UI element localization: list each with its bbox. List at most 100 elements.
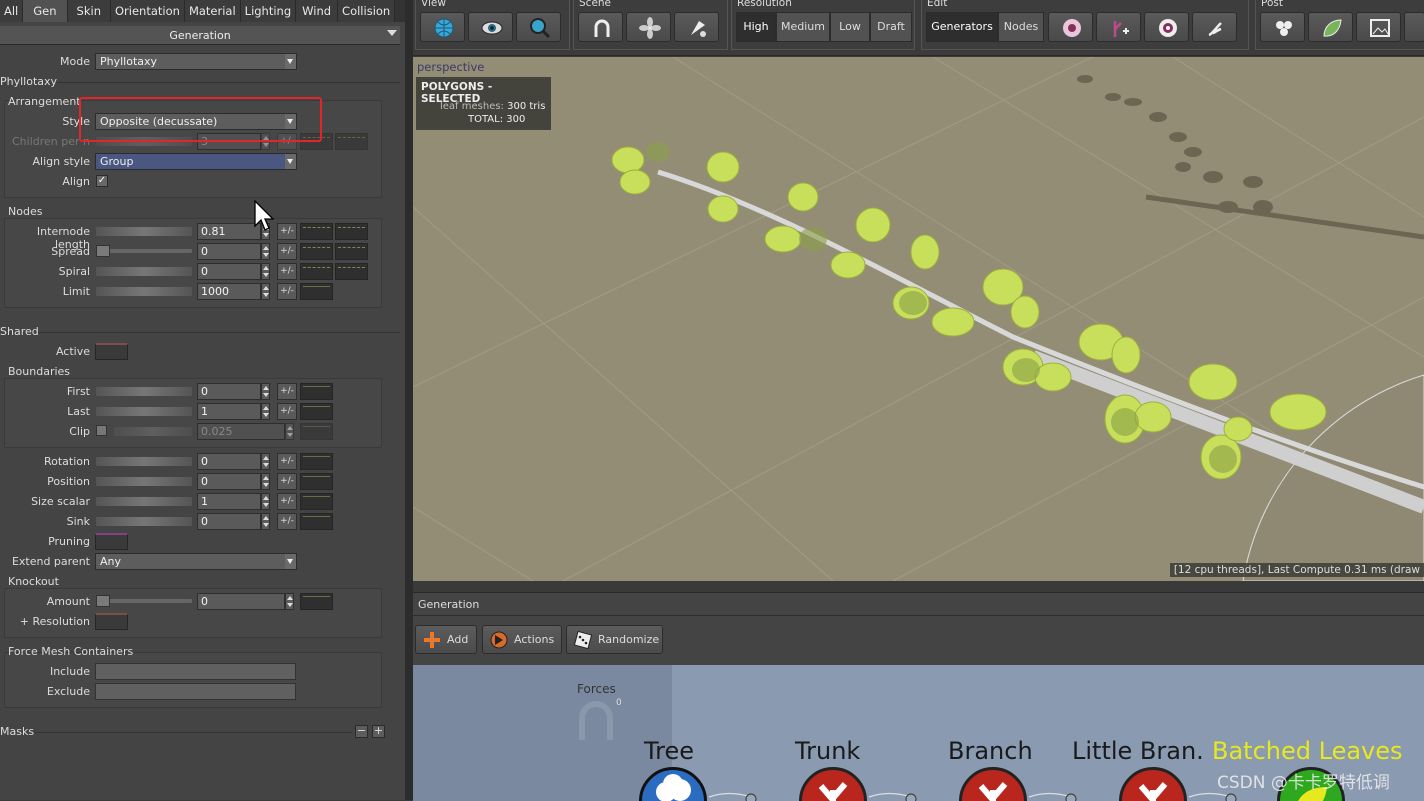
tab-material[interactable]: Material — [184, 0, 241, 22]
spread-slider[interactable] — [96, 249, 192, 253]
resolution-toggle[interactable] — [95, 613, 128, 630]
tab-orientation[interactable]: Orientation — [111, 0, 185, 22]
active-toggle[interactable] — [95, 343, 128, 360]
spread-curve-2[interactable] — [335, 243, 368, 260]
clip-spinner[interactable] — [285, 423, 294, 440]
rotation-curve[interactable] — [300, 453, 333, 470]
limit-field[interactable]: 1000 — [197, 283, 261, 300]
internode-length-field[interactable]: 0.81 — [197, 223, 261, 240]
tab-collision[interactable]: Collision — [338, 0, 396, 22]
edit-tool-1-button[interactable] — [1048, 12, 1093, 42]
edit-tool-4-button[interactable] — [1192, 12, 1237, 42]
spread-randomize-button[interactable]: +/- — [277, 243, 297, 260]
resolution-draft-button[interactable]: Draft — [870, 12, 912, 42]
trunk-node[interactable] — [799, 767, 867, 801]
last-curve[interactable] — [300, 403, 333, 420]
first-slider[interactable] — [96, 387, 192, 396]
post-tool-4-button[interactable] — [1404, 12, 1424, 42]
spiral-curve-2[interactable] — [335, 263, 368, 280]
first-field[interactable]: 0 — [197, 383, 261, 400]
spread-slider-knob[interactable] — [96, 245, 110, 257]
scene-fan-button[interactable] — [626, 12, 671, 42]
position-randomize-button[interactable]: +/- — [277, 473, 297, 490]
actions-button[interactable]: Actions — [482, 625, 562, 654]
post-tool-2-button[interactable] — [1308, 12, 1353, 42]
size-scalar-spinner[interactable] — [261, 493, 270, 510]
rotation-slider[interactable] — [96, 457, 192, 466]
last-field[interactable]: 1 — [197, 403, 261, 420]
internode-length-curve[interactable] — [300, 223, 333, 240]
last-spinner[interactable] — [261, 403, 270, 420]
edit-generators-tab[interactable]: Generators — [926, 12, 998, 42]
position-field[interactable]: 0 — [197, 473, 261, 490]
tab-gen[interactable]: Gen — [23, 0, 68, 22]
spiral-spinner[interactable] — [261, 263, 270, 280]
amount-curve[interactable] — [300, 593, 333, 610]
sink-curve[interactable] — [300, 513, 333, 530]
clip-checkbox[interactable] — [96, 425, 107, 436]
first-curve[interactable] — [300, 383, 333, 400]
last-slider[interactable] — [96, 407, 192, 416]
limit-spinner[interactable] — [261, 283, 270, 300]
spiral-slider[interactable] — [96, 267, 192, 276]
align-style-select[interactable]: Group — [95, 153, 297, 170]
amount-field[interactable]: 0 — [197, 593, 285, 610]
resolution-high-button[interactable]: High — [736, 12, 776, 42]
first-spinner[interactable] — [261, 383, 270, 400]
include-field[interactable] — [95, 663, 296, 680]
panel-splitter[interactable] — [413, 581, 1424, 592]
3d-viewport[interactable]: perspective POLYGONS - SELECTED leaf mes… — [413, 57, 1424, 581]
zoom-view-button[interactable] — [516, 12, 561, 42]
clip-slider[interactable] — [114, 427, 192, 436]
viewport-camera-label[interactable]: perspective — [417, 60, 484, 74]
tab-all[interactable]: All — [0, 0, 24, 22]
clip-curve[interactable] — [300, 423, 333, 440]
amount-spinner[interactable] — [285, 593, 294, 610]
scene-force-button[interactable] — [578, 12, 623, 42]
tab-skin[interactable]: Skin — [67, 0, 111, 22]
position-slider[interactable] — [96, 477, 192, 486]
size-scalar-slider[interactable] — [96, 497, 192, 506]
rotation-randomize-button[interactable]: +/- — [277, 453, 297, 470]
rotation-spinner[interactable] — [261, 453, 270, 470]
amount-slider[interactable] — [96, 599, 192, 603]
resolution-medium-button[interactable]: Medium — [776, 12, 830, 42]
globe-view-button[interactable] — [420, 12, 465, 42]
internode-length-curve-2[interactable] — [335, 223, 368, 240]
branch-node[interactable] — [959, 767, 1027, 801]
edit-tool-3-button[interactable] — [1144, 12, 1189, 42]
chevron-down-icon[interactable] — [387, 30, 397, 36]
spiral-randomize-button[interactable]: +/- — [277, 263, 297, 280]
position-curve[interactable] — [300, 473, 333, 490]
size-scalar-curve[interactable] — [300, 493, 333, 510]
sink-slider[interactable] — [96, 517, 192, 526]
children-curve-2[interactable] — [335, 133, 368, 150]
spiral-field[interactable]: 0 — [197, 263, 261, 280]
last-randomize-button[interactable]: +/- — [277, 403, 297, 420]
internode-length-slider[interactable] — [96, 227, 192, 236]
pruning-toggle[interactable] — [95, 533, 128, 550]
amount-slider-knob[interactable] — [96, 595, 110, 607]
limit-randomize-button[interactable]: +/- — [277, 283, 297, 300]
sink-field[interactable]: 0 — [197, 513, 261, 530]
scene-light-button[interactable] — [674, 12, 719, 42]
generation-section-header[interactable]: Generation — [0, 26, 400, 45]
first-randomize-button[interactable]: +/- — [277, 383, 297, 400]
spread-field[interactable]: 0 — [197, 243, 261, 260]
spread-curve[interactable] — [300, 243, 333, 260]
post-tool-3-button[interactable] — [1356, 12, 1401, 42]
expand-icon[interactable]: + — [372, 725, 385, 738]
randomize-button[interactable]: Randomize — [566, 625, 663, 654]
rotation-field[interactable]: 0 — [197, 453, 261, 470]
collapse-icon[interactable]: − — [355, 725, 368, 738]
eye-view-button[interactable] — [468, 12, 513, 42]
magnet-icon[interactable] — [576, 700, 616, 744]
size-scalar-randomize-button[interactable]: +/- — [277, 493, 297, 510]
mode-select[interactable]: Phyllotaxy — [95, 53, 297, 70]
align-checkbox[interactable]: ✓ — [96, 175, 108, 187]
sink-randomize-button[interactable]: +/- — [277, 513, 297, 530]
tab-lighting[interactable]: Lighting — [240, 0, 297, 22]
add-button[interactable]: Add — [415, 625, 477, 654]
post-tool-1-button[interactable] — [1260, 12, 1305, 42]
spiral-curve[interactable] — [300, 263, 333, 280]
